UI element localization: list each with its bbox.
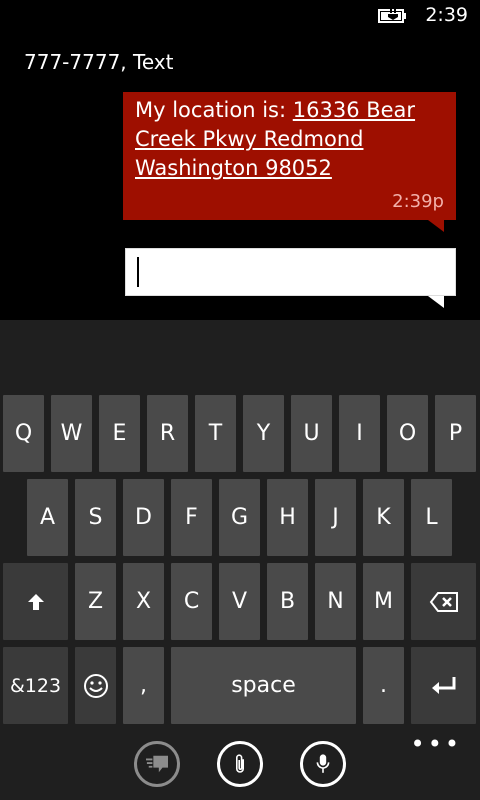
status-bar: 2:39 xyxy=(0,0,480,32)
microphone-icon xyxy=(316,754,330,773)
key-m[interactable]: M xyxy=(363,563,404,640)
enter-key[interactable] xyxy=(411,647,476,724)
keyboard: Q W E R T Y U I O P A S D F G H J K L Z … xyxy=(0,320,480,800)
key-z[interactable]: Z xyxy=(75,563,116,640)
more-options-button[interactable]: ••• xyxy=(411,730,462,758)
shift-key[interactable] xyxy=(3,563,68,640)
key-y[interactable]: Y xyxy=(243,395,284,472)
enter-icon xyxy=(431,676,455,694)
key-b[interactable]: B xyxy=(267,563,308,640)
symbols-key[interactable]: &123 xyxy=(3,647,68,724)
key-d[interactable]: D xyxy=(123,479,164,556)
message-timestamp: 2:39p xyxy=(392,191,444,212)
key-n[interactable]: N xyxy=(315,563,356,640)
comma-key[interactable]: , xyxy=(123,647,164,724)
key-x[interactable]: X xyxy=(123,563,164,640)
compose-bubble-tail xyxy=(428,296,444,308)
backspace-key[interactable] xyxy=(411,563,476,640)
attach-button[interactable] xyxy=(217,741,263,787)
attach-paperclip-icon xyxy=(236,754,244,773)
key-h[interactable]: H xyxy=(267,479,308,556)
text-caret xyxy=(137,257,139,287)
key-p[interactable]: P xyxy=(435,395,476,472)
key-o[interactable]: O xyxy=(387,395,428,472)
message-text: My location is: 16336 Bear Creek Pkwy Re… xyxy=(135,96,451,183)
key-u[interactable]: U xyxy=(291,395,332,472)
key-k[interactable]: K xyxy=(363,479,404,556)
key-i[interactable]: I xyxy=(339,395,380,472)
switch-chat-button[interactable] xyxy=(134,741,180,787)
key-t[interactable]: T xyxy=(195,395,236,472)
message-bubble[interactable]: My location is: 16336 Bear Creek Pkwy Re… xyxy=(123,92,456,220)
backspace-icon xyxy=(429,591,458,612)
emoji-key[interactable] xyxy=(75,647,116,724)
key-f[interactable]: F xyxy=(171,479,212,556)
emoji-icon xyxy=(83,673,108,698)
key-e[interactable]: E xyxy=(99,395,140,472)
compose-input[interactable] xyxy=(125,248,456,296)
status-clock: 2:39 xyxy=(425,4,468,26)
key-v[interactable]: V xyxy=(219,563,260,640)
key-l[interactable]: L xyxy=(411,479,452,556)
battery-charging-icon xyxy=(378,8,408,24)
key-a[interactable]: A xyxy=(27,479,68,556)
period-key[interactable]: . xyxy=(363,647,404,724)
key-s[interactable]: S xyxy=(75,479,116,556)
message-bubble-tail xyxy=(428,220,444,232)
voice-input-button[interactable] xyxy=(300,741,346,787)
thread-title: 777-7777, Text xyxy=(24,50,174,74)
key-r[interactable]: R xyxy=(147,395,188,472)
key-c[interactable]: C xyxy=(171,563,212,640)
key-w[interactable]: W xyxy=(51,395,92,472)
key-q[interactable]: Q xyxy=(3,395,44,472)
key-g[interactable]: G xyxy=(219,479,260,556)
space-key[interactable]: space xyxy=(171,647,356,724)
shift-arrow-icon xyxy=(27,593,44,610)
key-j[interactable]: J xyxy=(315,479,356,556)
switch-chat-icon xyxy=(146,755,168,773)
message-prefix: My location is: xyxy=(135,98,293,122)
